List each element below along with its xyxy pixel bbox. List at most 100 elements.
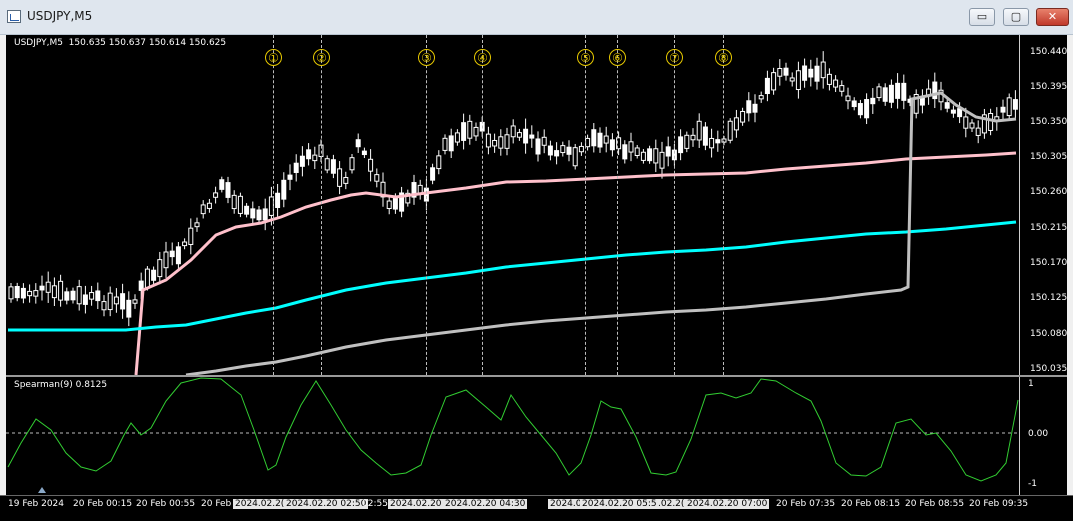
marker-5: ⑤ <box>577 49 594 66</box>
candle-body <box>293 162 299 173</box>
candle-body <box>244 205 250 215</box>
candle-body <box>454 132 460 143</box>
candle-body <box>523 128 529 144</box>
candle-body <box>696 120 702 141</box>
candle-body <box>461 122 467 141</box>
time-label: 19 Feb 2024 <box>8 499 65 509</box>
minimize-button[interactable]: ▭ <box>969 8 995 26</box>
pane-divider[interactable] <box>6 375 1067 377</box>
candle-body <box>361 150 367 156</box>
candle-body <box>783 67 789 76</box>
candle-body <box>882 87 888 102</box>
candle-body <box>39 285 45 291</box>
candle-body <box>467 120 473 139</box>
candle-body <box>752 103 758 113</box>
marker-line-7 <box>674 35 675 375</box>
candle-body <box>14 286 20 299</box>
candle-body <box>572 147 578 167</box>
candle-body <box>194 222 200 228</box>
candle-body <box>126 299 132 318</box>
candle-body <box>473 126 479 137</box>
symbol-header: USDJPY,M5 150.635 150.637 150.614 150.62… <box>14 38 227 48</box>
candle-body <box>368 158 374 172</box>
candle-body <box>628 141 634 153</box>
candle-body <box>963 116 969 129</box>
spearman-line <box>7 377 1019 482</box>
candle-body <box>510 125 516 138</box>
time-label: 2024.02.2( <box>233 499 287 509</box>
candle-body <box>727 120 733 141</box>
candle-body <box>355 139 361 148</box>
candle-body <box>665 146 671 157</box>
candle-body <box>151 269 157 281</box>
candle-body <box>895 82 901 99</box>
candle-body <box>709 137 715 149</box>
candle-body <box>51 285 57 299</box>
maximize-button[interactable]: ▢ <box>1003 8 1029 26</box>
time-label: 02:55 <box>362 499 388 509</box>
price-tick: 150.350 <box>1030 117 1068 127</box>
chart-area[interactable]: USDJPY,M5 150.635 150.637 150.614 150.62… <box>6 35 1067 512</box>
candle-body <box>45 281 51 293</box>
candle-body <box>256 209 262 221</box>
candle-body <box>516 132 522 138</box>
time-label: 2024.02.20 02:50 <box>284 499 369 509</box>
price-tick: 150.260 <box>1030 187 1068 197</box>
candle-body <box>262 208 268 221</box>
marker-line-1 <box>273 35 274 375</box>
candle-body <box>659 151 665 169</box>
candle-body <box>1000 106 1006 113</box>
candle-body <box>219 179 225 190</box>
close-button[interactable]: ✕ <box>1036 8 1069 26</box>
marker-line-5 <box>585 35 586 375</box>
price-chart-canvas <box>6 51 1019 493</box>
candle-body <box>169 250 175 258</box>
candle-body <box>888 84 894 103</box>
candle-body <box>200 204 206 215</box>
candle-body <box>113 296 119 305</box>
candle-body <box>188 227 194 245</box>
candle-body <box>492 139 498 147</box>
candle-body <box>299 155 305 167</box>
candle-body <box>919 97 925 106</box>
marker-1: ① <box>265 49 282 66</box>
candle-body <box>82 294 88 305</box>
price-tick: 150.215 <box>1030 223 1068 233</box>
candle-body <box>640 151 646 161</box>
price-tick: 150.125 <box>1030 293 1068 303</box>
time-label: 2024.02.20 04:30 <box>443 499 528 509</box>
candle-body <box>585 137 591 148</box>
time-label: 2024.02.20 05:55 <box>580 499 665 509</box>
candle-body <box>535 138 541 155</box>
candle-body <box>771 72 777 91</box>
candle-body <box>95 290 101 302</box>
candle-body <box>392 197 398 210</box>
candle-body <box>690 134 696 141</box>
candle-body <box>715 139 721 144</box>
candle-body <box>957 108 963 118</box>
candle-body <box>70 290 76 301</box>
marker-4: ④ <box>474 49 491 66</box>
candle-body <box>826 73 832 85</box>
time-label: 20 Feb <box>201 499 232 509</box>
candle-body <box>814 65 820 82</box>
price-tick: 150.080 <box>1030 329 1068 339</box>
candle-body <box>442 137 448 151</box>
candle-body <box>870 97 876 105</box>
title-bar: USDJPY,M5 ▭ ▢ ✕ <box>0 0 1073 35</box>
price-tick: 150.395 <box>1030 82 1068 92</box>
window-title: USDJPY,M5 <box>27 9 93 23</box>
candle-body <box>182 241 188 247</box>
candle-body <box>485 133 491 148</box>
marker-8: ⑧ <box>715 49 732 66</box>
candle-body <box>901 82 907 101</box>
osc-tick: 0.00 <box>1028 429 1049 439</box>
candle-body <box>175 246 181 265</box>
marker-3: ③ <box>418 49 435 66</box>
candle-body <box>287 174 293 180</box>
candle-body <box>33 290 39 297</box>
candle-body <box>597 132 603 148</box>
candle-body <box>634 147 640 157</box>
candle-body <box>802 65 808 81</box>
time-label: 20 Feb 00:15 <box>73 499 133 509</box>
